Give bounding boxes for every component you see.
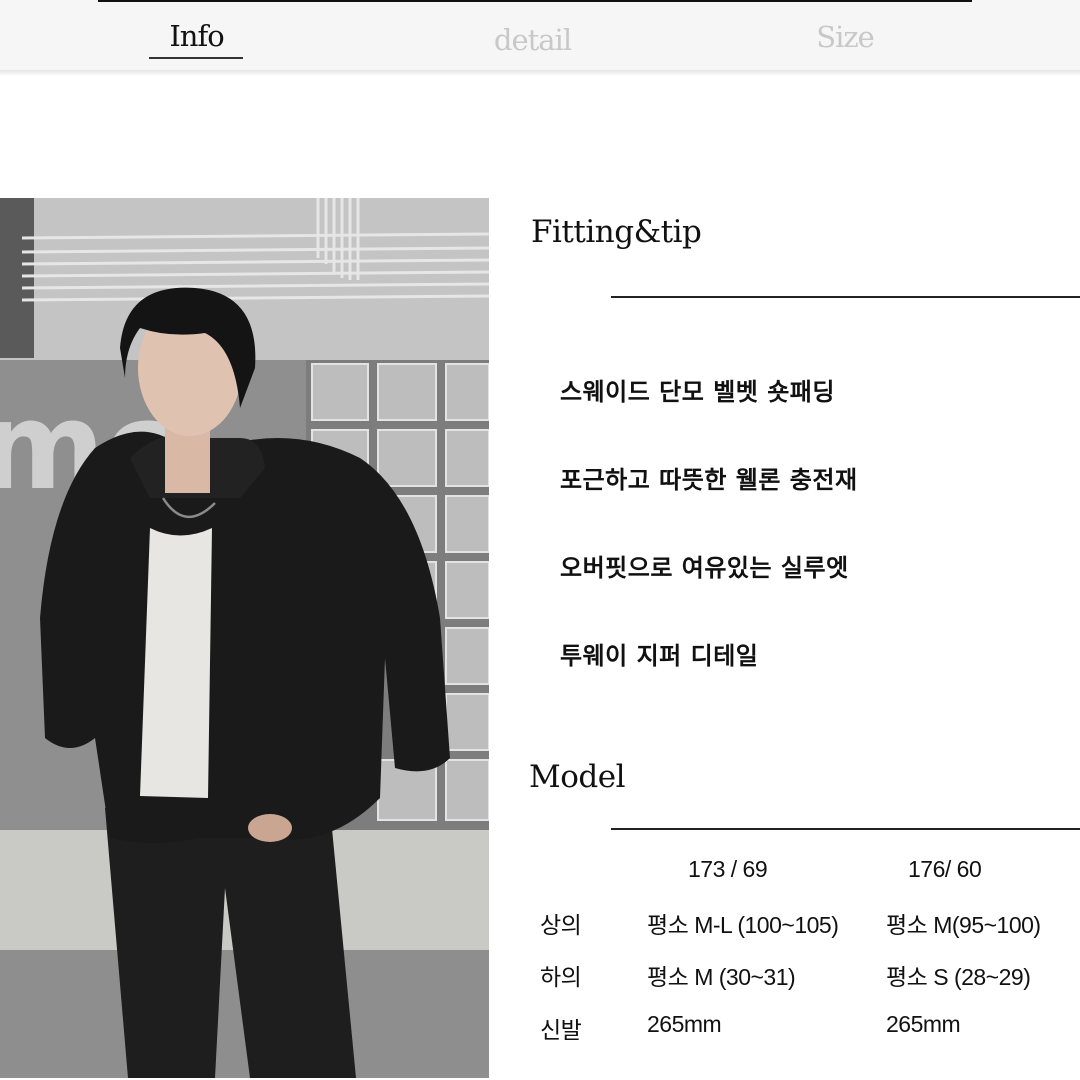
model-b-top-size: 평소 M(95~100) [886, 912, 1041, 938]
tab-bar-top-rule [98, 0, 972, 2]
model-row-label-shoes: 신발 [540, 1017, 582, 1043]
fitting-divider [611, 296, 1080, 298]
fitting-tip-heading: Fitting&tip [531, 214, 702, 250]
model-a-height-weight: 173 / 69 [688, 856, 768, 882]
fitting-tip-item: 스웨이드 단모 벨벳 숏패딩 [560, 378, 835, 406]
fitting-tip-item: 포근하고 따뜻한 웰론 충전재 [560, 466, 858, 494]
tab-bar: Info detail Size [0, 0, 1080, 76]
model-a-top-size: 평소 M-L (100~105) [647, 912, 839, 938]
product-photo: mc [0, 198, 489, 1078]
model-b-bottom-size: 평소 S (28~29) [886, 964, 1031, 990]
product-photo-illustration: mc [0, 198, 489, 1078]
tab-detail[interactable]: detail [470, 18, 595, 62]
tab-info[interactable]: Info [150, 14, 243, 58]
model-row-label-bottom: 하의 [540, 964, 582, 990]
fitting-tip-item: 오버핏으로 여유있는 실루엣 [560, 554, 849, 582]
model-a-shoe-size: 265mm [647, 1011, 722, 1037]
model-heading: Model [529, 759, 626, 795]
tab-size[interactable]: Size [790, 15, 900, 59]
left-doorframe [0, 198, 34, 358]
active-tab-indicator [149, 57, 243, 59]
model-b-height-weight: 176/ 60 [908, 856, 982, 882]
model-a-bottom-size: 평소 M (30~31) [647, 964, 796, 990]
model-row-label-top: 상의 [540, 912, 582, 938]
model-divider [611, 828, 1080, 830]
model-hand [248, 814, 292, 842]
model-tank-top [140, 528, 212, 798]
model-b-shoe-size: 265mm [886, 1011, 961, 1037]
fitting-tip-item: 투웨이 지퍼 디테일 [560, 642, 759, 670]
tab-bar-shadow [0, 70, 1080, 76]
